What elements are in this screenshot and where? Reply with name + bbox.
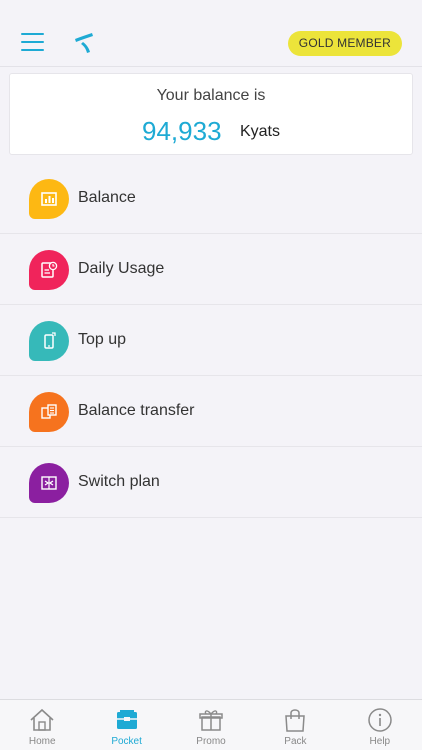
- balance-transfer-icon: [29, 392, 69, 432]
- menu-item-switch-plan[interactable]: Switch plan: [0, 447, 422, 518]
- tab-label: Pack: [284, 736, 307, 747]
- tab-label: Promo: [196, 736, 226, 747]
- menu-item-label: Top up: [78, 331, 127, 348]
- menu-item-label: Balance: [78, 189, 136, 206]
- top-bar: GOLD MEMBER: [0, 0, 422, 67]
- menu-item-balance-transfer[interactable]: Balance transfer: [0, 376, 422, 447]
- balance-title: Your balance is: [156, 87, 266, 104]
- info-icon: [368, 708, 392, 732]
- balance-amount-row: 94,933 Kyats: [10, 116, 412, 147]
- tab-promo[interactable]: Promo: [169, 700, 253, 750]
- pocket-icon: [116, 710, 137, 729]
- telenor-logo: [75, 33, 93, 53]
- top-up-phone-icon: [29, 321, 69, 361]
- menu-item-label: Daily Usage: [78, 260, 165, 277]
- app-screen: GOLD MEMBER Your balance is 94,933 Kyats…: [0, 0, 422, 750]
- menu-item-label: Balance transfer: [78, 402, 195, 419]
- menu-item-top-up[interactable]: Top up: [0, 305, 422, 376]
- switch-plan-icon: [29, 463, 69, 503]
- tab-help[interactable]: Help: [338, 700, 422, 750]
- menu-item-daily-usage[interactable]: Daily Usage: [0, 234, 422, 305]
- tab-label: Help: [369, 736, 391, 747]
- tab-label: Home: [28, 736, 56, 747]
- tab-home[interactable]: Home: [0, 700, 84, 750]
- hamburger-menu-icon[interactable]: [21, 33, 44, 51]
- balance-icon: [29, 179, 69, 219]
- shopping-bag-icon: [285, 709, 306, 732]
- gift-icon: [199, 710, 223, 731]
- balance-amount: 94,933: [142, 116, 222, 146]
- tab-pack[interactable]: Pack: [253, 700, 337, 750]
- daily-usage-icon: [29, 250, 69, 290]
- balance-currency: Kyats: [239, 122, 280, 140]
- bottom-tab-bar: Home Pocket Promo Pack Help: [0, 699, 422, 750]
- tab-label: Pocket: [111, 736, 142, 747]
- gold-member-badge[interactable]: GOLD MEMBER: [287, 31, 402, 56]
- tab-pocket[interactable]: Pocket: [84, 700, 168, 750]
- balance-card: Your balance is 94,933 Kyats: [9, 73, 413, 155]
- pocket-menu-list: Balance Daily Usage Top up Balance trans…: [0, 163, 422, 518]
- menu-item-label: Switch plan: [78, 473, 160, 490]
- menu-item-balance[interactable]: Balance: [0, 163, 422, 234]
- home-icon: [30, 708, 54, 731]
